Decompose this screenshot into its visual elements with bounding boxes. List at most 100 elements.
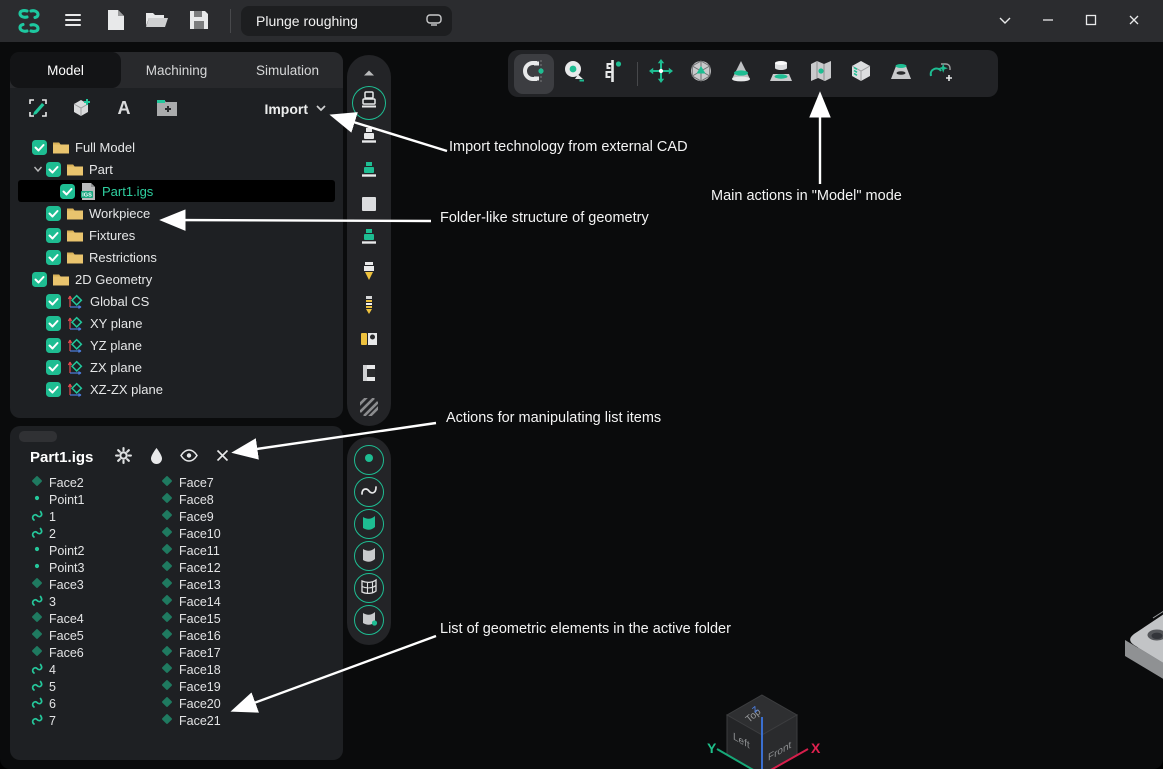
navigation-cube[interactable]: Top Left Front Z Y X	[705, 687, 821, 769]
close-button[interactable]	[212, 447, 232, 467]
checkbox[interactable]	[46, 360, 61, 375]
list-item-6[interactable]: 6	[30, 695, 148, 712]
list-item-point1[interactable]: Point1	[30, 491, 148, 508]
project-name-field[interactable]: Plunge roughing	[241, 6, 452, 36]
countersink-tool-button[interactable]	[356, 262, 382, 286]
new-folder-button[interactable]	[155, 97, 179, 121]
color-button[interactable]	[146, 447, 166, 467]
panel-drag-handle[interactable]	[19, 431, 57, 442]
tree-item-workpiece[interactable]: Workpiece	[18, 202, 335, 224]
surface-point-filter-button[interactable]	[354, 605, 384, 635]
tree-item-full-model[interactable]: Full Model	[18, 136, 335, 158]
list-item-face8[interactable]: Face8	[160, 491, 221, 508]
list-item-face17[interactable]: Face17	[160, 644, 221, 661]
checkbox[interactable]	[46, 382, 61, 397]
add-curve-tool-button[interactable]	[921, 54, 961, 94]
chevron-expander-icon[interactable]	[32, 164, 44, 174]
checkbox[interactable]	[46, 316, 61, 331]
checkbox[interactable]	[46, 250, 61, 265]
close-button[interactable]	[1112, 3, 1155, 39]
list-item-face18[interactable]: Face18	[160, 661, 221, 678]
list-item-4[interactable]: 4	[30, 661, 148, 678]
list-item-face16[interactable]: Face16	[160, 627, 221, 644]
checkbox[interactable]	[46, 228, 61, 243]
tool-holder-teal-button[interactable]	[356, 228, 382, 252]
list-item-face3[interactable]: Face3	[30, 576, 148, 593]
list-item-2[interactable]: 2	[30, 525, 148, 542]
curve-filter-button[interactable]	[354, 477, 384, 507]
machine-tool-yellow-button[interactable]	[356, 330, 382, 354]
list-item-point3[interactable]: Point3	[30, 559, 148, 576]
tab-machining[interactable]: Machining	[121, 52, 232, 88]
tab-simulation[interactable]: Simulation	[232, 52, 343, 88]
list-item-face7[interactable]: Face7	[160, 474, 221, 491]
tree-item-fixtures[interactable]: Fixtures	[18, 224, 335, 246]
tree-item-2d-geometry[interactable]: 2D Geometry	[18, 268, 335, 290]
add-solid-button[interactable]	[69, 97, 93, 121]
list-item-face15[interactable]: Face15	[160, 610, 221, 627]
list-item-5[interactable]: 5	[30, 678, 148, 695]
list-item-face4[interactable]: Face4	[30, 610, 148, 627]
list-item-face14[interactable]: Face14	[160, 593, 221, 610]
main-menu-button[interactable]	[52, 3, 94, 39]
list-item-face19[interactable]: Face19	[160, 678, 221, 695]
tree-item-part1-igs[interactable]: IGSPart1.igs	[18, 180, 335, 202]
caliper-tool-button[interactable]	[594, 54, 634, 94]
tool-holder-button[interactable]	[356, 127, 382, 151]
list-item-7[interactable]: 7	[30, 712, 148, 729]
checkbox[interactable]	[46, 206, 61, 221]
mesh-filter-button[interactable]	[354, 573, 384, 603]
tree-item-xy-plane[interactable]: XY plane	[18, 312, 335, 334]
new-project-button[interactable]	[94, 3, 136, 39]
settings-button[interactable]	[113, 447, 133, 467]
point-filter-button[interactable]	[354, 445, 384, 475]
list-item-1[interactable]: 1	[30, 508, 148, 525]
machine-tool-button[interactable]	[356, 364, 382, 388]
tree-item-restrictions[interactable]: Restrictions	[18, 246, 335, 268]
save-project-button[interactable]	[178, 3, 220, 39]
list-item-face12[interactable]: Face12	[160, 559, 221, 576]
tree-item-xz-zx-plane[interactable]: XZ-ZX plane	[18, 378, 335, 400]
collapse-ribbon-button[interactable]	[983, 3, 1026, 39]
tree-item-part[interactable]: Part	[18, 158, 335, 180]
list-item-face20[interactable]: Face20	[160, 695, 221, 712]
list-item-point2[interactable]: Point2	[30, 542, 148, 559]
list-item-face9[interactable]: Face9	[160, 508, 221, 525]
stock-block-button[interactable]	[356, 194, 382, 218]
sketch-button[interactable]	[26, 97, 50, 121]
tab-model[interactable]: Model	[10, 52, 121, 88]
checkbox[interactable]	[32, 140, 47, 155]
snap-tool-button[interactable]	[514, 54, 554, 94]
tree-item-global-cs[interactable]: Global CS	[18, 290, 335, 312]
tree-item-yz-plane[interactable]: YZ plane	[18, 334, 335, 356]
minimize-button[interactable]	[1026, 3, 1069, 39]
mesh-sphere-tool-button[interactable]	[681, 54, 721, 94]
workpiece-tool-button[interactable]	[761, 54, 801, 94]
list-item-face10[interactable]: Face10	[160, 525, 221, 542]
surface-filter-button[interactable]	[354, 541, 384, 571]
list-item-face2[interactable]: Face2	[30, 474, 148, 491]
cone-tool-button[interactable]	[721, 54, 761, 94]
visibility-button[interactable]	[179, 447, 199, 467]
open-project-button[interactable]	[136, 3, 178, 39]
checkbox[interactable]	[46, 294, 61, 309]
surface-tool-button[interactable]	[801, 54, 841, 94]
spindle-head-button[interactable]	[352, 86, 386, 120]
scroll-up-button[interactable]	[362, 65, 376, 80]
checkbox[interactable]	[46, 338, 61, 353]
list-item-face21[interactable]: Face21	[160, 712, 221, 729]
cavity-tool-button[interactable]	[881, 54, 921, 94]
tool-holder-active-button[interactable]	[356, 160, 382, 184]
tree-item-zx-plane[interactable]: ZX plane	[18, 356, 335, 378]
measure-tool-button[interactable]	[554, 54, 594, 94]
list-item-face11[interactable]: Face11	[160, 542, 221, 559]
maximize-button[interactable]	[1069, 3, 1112, 39]
checkbox[interactable]	[46, 162, 61, 177]
list-item-3[interactable]: 3	[30, 593, 148, 610]
list-item-face13[interactable]: Face13	[160, 576, 221, 593]
text-tool-button[interactable]: A	[112, 97, 136, 121]
list-item-face5[interactable]: Face5	[30, 627, 148, 644]
face-filter-active-button[interactable]	[354, 509, 384, 539]
list-item-face6[interactable]: Face6	[30, 644, 148, 661]
drill-tool-button[interactable]	[356, 296, 382, 320]
